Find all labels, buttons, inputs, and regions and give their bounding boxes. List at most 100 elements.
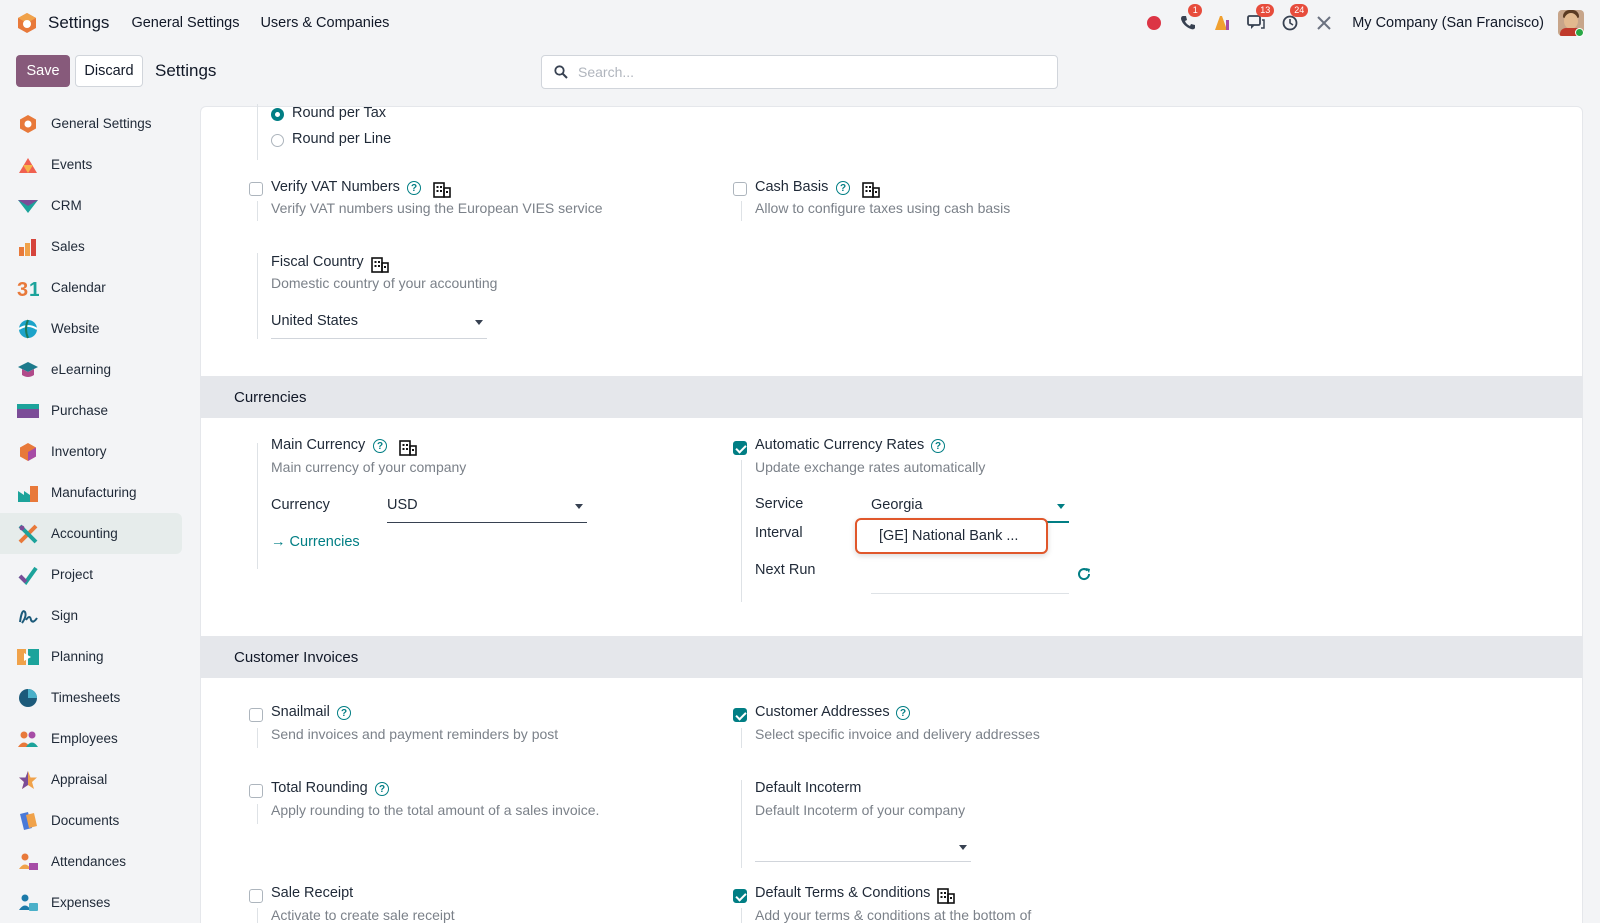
messages-icon[interactable]: 13 — [1246, 4, 1275, 33]
sidebar-item-planning[interactable]: Planning — [0, 636, 190, 677]
svg-text:3: 3 — [17, 279, 28, 298]
sidebar-item-expenses[interactable]: Expenses — [0, 882, 190, 923]
verify-vat-checkbox[interactable] — [249, 182, 263, 196]
sidebar-item-attendances[interactable]: Attendances — [0, 841, 190, 882]
currencies-link[interactable]: → Currencies — [271, 534, 360, 550]
attendances-icon — [17, 851, 39, 873]
section-title: Customer Invoices — [234, 648, 359, 666]
refresh-icon[interactable] — [1076, 566, 1092, 582]
round-per-tax-label[interactable]: Round per Tax — [292, 105, 386, 121]
fiscal-country-label: Fiscal Country — [271, 254, 364, 270]
company-switcher[interactable]: My Company (San Francisco) — [1352, 15, 1544, 31]
help-icon[interactable]: ? — [836, 181, 850, 195]
sidebar-item-appraisal[interactable]: Appraisal — [0, 759, 190, 800]
customer-addresses-label: Customer Addresses — [755, 704, 890, 720]
sidebar-item-events[interactable]: Events — [0, 144, 190, 185]
company-building-icon — [937, 888, 955, 904]
phone-icon[interactable]: 1 — [1178, 4, 1203, 33]
help-icon[interactable]: ? — [375, 782, 389, 796]
sidebar-item-accounting[interactable]: Accounting — [0, 513, 182, 554]
sidebar-item-label: Accounting — [51, 526, 118, 541]
sign-icon — [17, 605, 39, 627]
help-icon[interactable]: ? — [896, 706, 910, 720]
sidebar-item-label: eLearning — [51, 362, 112, 377]
ai-icon[interactable] — [1212, 13, 1232, 33]
help-icon[interactable]: ? — [337, 706, 351, 720]
fiscal-country-select[interactable]: United States — [271, 313, 487, 339]
interval-label: Interval — [755, 525, 803, 541]
employees-icon — [17, 728, 39, 750]
settings-app-logo-icon[interactable] — [16, 12, 38, 34]
sidebar-item-project[interactable]: Project — [0, 554, 190, 595]
search-bar[interactable] — [541, 55, 1058, 89]
divider — [741, 908, 742, 923]
sidebar-item-sign[interactable]: Sign — [0, 595, 190, 636]
record-icon[interactable] — [1144, 13, 1164, 33]
sidebar-item-elearning[interactable]: eLearning — [0, 349, 190, 390]
sidebar-item-manufacturing[interactable]: Manufacturing — [0, 472, 190, 513]
sidebar-item-inventory[interactable]: Inventory — [0, 431, 190, 472]
round-per-tax-radio[interactable] — [271, 108, 284, 121]
inventory-icon — [17, 441, 39, 463]
service-dropdown-option[interactable]: [GE] National Bank ... — [855, 518, 1048, 554]
sidebar-item-label: General Settings — [51, 116, 152, 131]
default-terms-checkbox[interactable] — [733, 889, 747, 903]
menu-users-companies[interactable]: Users & Companies — [260, 15, 389, 31]
sidebar-item-timesheets[interactable]: Timesheets — [0, 677, 190, 718]
next-run-label: Next Run — [755, 562, 816, 578]
sale-receipt-checkbox[interactable] — [249, 889, 263, 903]
currencies-link-label: Currencies — [289, 534, 360, 550]
menu-general-settings[interactable]: General Settings — [131, 15, 239, 31]
top-navbar: Settings General Settings Users & Compan… — [0, 0, 1600, 46]
next-run-field[interactable] — [871, 593, 1069, 594]
help-icon[interactable]: ? — [407, 181, 421, 195]
page-title: Settings — [155, 61, 217, 80]
sidebar-item-crm[interactable]: CRM — [0, 185, 190, 226]
sidebar-item-purchase[interactable]: Purchase — [0, 390, 190, 431]
sidebar-item-label: Timesheets — [51, 690, 121, 705]
documents-icon — [17, 810, 39, 832]
sidebar-item-general-settings[interactable]: General Settings — [0, 103, 190, 144]
divider — [741, 201, 742, 221]
sidebar-item-documents[interactable]: Documents — [0, 800, 190, 841]
total-rounding-label: Total Rounding — [271, 780, 368, 796]
snailmail-checkbox[interactable] — [249, 708, 263, 722]
total-rounding-checkbox[interactable] — [249, 784, 263, 798]
default-terms-label: Default Terms & Conditions — [755, 885, 931, 901]
appraisal-icon — [17, 769, 39, 791]
default-incoterm-desc: Default Incoterm of your company — [755, 802, 966, 818]
search-input[interactable] — [578, 64, 1018, 80]
currency-select[interactable]: USD — [387, 497, 587, 523]
round-per-line-radio[interactable] — [271, 134, 284, 147]
crm-icon — [17, 195, 39, 217]
sidebar-item-label: Attendances — [51, 854, 127, 869]
general-settings-icon — [17, 113, 39, 135]
events-icon — [17, 154, 39, 176]
customer-addresses-checkbox[interactable] — [733, 708, 747, 722]
activities-clock-icon[interactable]: 24 — [1280, 4, 1309, 33]
sidebar-item-label: Purchase — [51, 403, 109, 418]
sidebar-item-label: Sales — [51, 239, 85, 254]
save-button[interactable]: Save — [16, 55, 70, 87]
chevron-down-icon — [575, 504, 583, 509]
divider — [257, 804, 258, 824]
currencies-section-header: Currencies — [201, 376, 1582, 418]
calendar-icon: 31 — [17, 277, 39, 299]
automatic-currency-rates-checkbox[interactable] — [733, 441, 747, 455]
fiscal-country-value: United States — [271, 313, 359, 329]
debug-tools-icon[interactable] — [1314, 13, 1334, 33]
help-icon[interactable]: ? — [931, 439, 945, 453]
verify-vat-desc: Verify VAT numbers using the European VI… — [271, 200, 603, 216]
help-icon[interactable]: ? — [373, 439, 387, 453]
sidebar-item-website[interactable]: Website — [0, 308, 190, 349]
default-incoterm-select[interactable] — [755, 838, 971, 862]
round-per-line-label[interactable]: Round per Line — [292, 131, 391, 147]
cash-basis-checkbox[interactable] — [733, 182, 747, 196]
automatic-currency-rates-label: Automatic Currency Rates — [755, 437, 925, 453]
sidebar-item-sales[interactable]: Sales — [0, 226, 190, 267]
company-building-icon — [862, 182, 880, 198]
sidebar-item-calendar[interactable]: 31 Calendar — [0, 267, 190, 308]
discard-button[interactable]: Discard — [75, 55, 143, 87]
sidebar-item-employees[interactable]: Employees — [0, 718, 190, 759]
app-title[interactable]: Settings — [48, 13, 109, 33]
